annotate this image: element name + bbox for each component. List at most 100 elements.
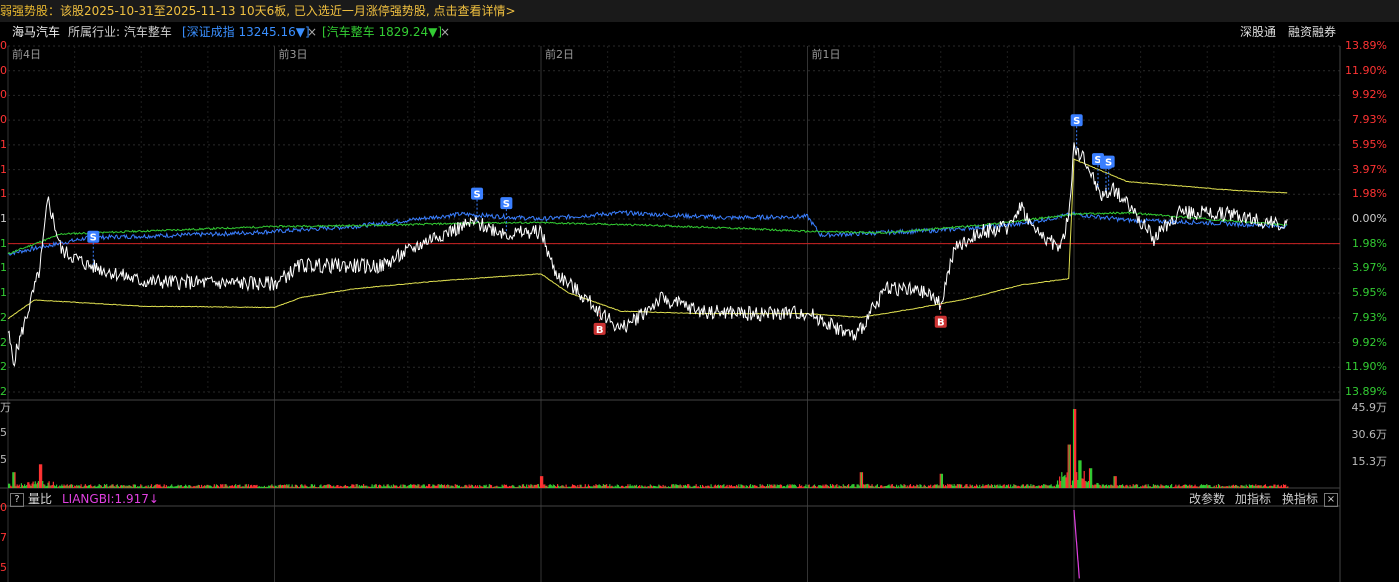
volume-bar: [1051, 486, 1053, 488]
volume-bar: [611, 485, 613, 488]
volume-bar: [1102, 484, 1104, 488]
volume-bar: [1178, 484, 1180, 488]
volume-bar: [876, 484, 878, 488]
volume-bar: [1221, 486, 1223, 488]
volume-bar: [494, 486, 496, 488]
volume-bar: [1279, 486, 1281, 488]
volume-bar: [992, 487, 995, 488]
volume-bar: [666, 487, 668, 488]
volume-bar: [226, 485, 228, 488]
volume-bar: [336, 485, 338, 488]
volume-bar: [37, 481, 40, 488]
volume-bar: [871, 484, 873, 488]
volume-bar: [731, 486, 734, 488]
volume-bar: [673, 484, 675, 488]
volume-bar: [1034, 486, 1036, 488]
volume-bar: [934, 484, 936, 488]
volume-bar: [1285, 484, 1287, 488]
price-axis-left-label: 1: [0, 187, 7, 201]
volume-bar: [448, 485, 450, 488]
volume-bar: [1021, 484, 1023, 488]
volume-bar: [899, 487, 901, 488]
volume-bar: [897, 486, 899, 488]
volume-bar: [95, 486, 97, 488]
volume-bar: [151, 487, 154, 488]
indicator-close-icon[interactable]: ×: [1324, 493, 1338, 507]
volume-bar: [192, 486, 194, 488]
help-icon[interactable]: ?: [10, 493, 24, 507]
volume-bar: [247, 484, 250, 488]
volume-bar: [374, 484, 376, 488]
volume-bar: [962, 487, 964, 488]
volume-bar: [1125, 485, 1127, 488]
volume-bar: [1275, 486, 1277, 488]
volume-bar: [163, 484, 165, 488]
volume-bar: [882, 486, 884, 488]
volume-bar: [866, 484, 868, 488]
volume-bar: [155, 484, 157, 488]
volume-bar: [910, 486, 913, 488]
marker-letter: B: [937, 318, 945, 329]
volume-bar: [370, 486, 372, 488]
volume-bar: [721, 485, 723, 488]
volume-bar: [482, 486, 484, 488]
volume-bar: [1217, 484, 1220, 488]
volume-bar: [762, 485, 764, 488]
volume-bar: [1141, 486, 1143, 488]
volume-bar: [1068, 444, 1070, 488]
volume-bar: [1085, 481, 1087, 488]
volume-bar: [1284, 485, 1286, 488]
indicator-header: ? 量比 LIANGBI:1.917↓ 改参数 加指标 换指标 ×: [0, 490, 1399, 508]
switch-indicator-button[interactable]: 换指标: [1282, 491, 1318, 507]
volume-bar: [836, 484, 838, 488]
change-params-button[interactable]: 改参数: [1189, 491, 1225, 507]
volume-bar: [213, 484, 215, 488]
volume-bar: [1024, 485, 1027, 488]
price-axis-label: 1.98%: [1352, 236, 1387, 250]
volume-bar: [404, 484, 406, 488]
volume-bar: [219, 487, 221, 488]
volume-bar: [60, 486, 62, 488]
volume-bar: [461, 486, 463, 488]
volume-bar: [949, 484, 951, 488]
volume-bar: [906, 485, 908, 488]
volume-bar: [776, 484, 778, 488]
volume-bar: [1201, 485, 1204, 488]
volume-bar: [31, 483, 33, 488]
volume-bar: [677, 485, 679, 488]
volume-bar: [70, 484, 73, 488]
volume-bar: [194, 486, 196, 488]
volume-bar: [588, 485, 591, 488]
volume-bar: [639, 485, 641, 488]
volume-bar: [552, 484, 554, 488]
volume-bar: [610, 486, 612, 488]
volume-bar: [583, 486, 585, 488]
volume-bar: [786, 485, 788, 488]
volume-bar: [1160, 484, 1162, 488]
volume-bar: [146, 486, 148, 488]
volume-bar: [340, 486, 342, 488]
volume-bar: [998, 486, 1000, 488]
add-indicator-button[interactable]: 加指标: [1235, 491, 1271, 507]
volume-bar: [472, 486, 474, 488]
liangbi-line: [1073, 509, 1080, 579]
volume-bar: [801, 485, 803, 488]
volume-bar: [251, 484, 253, 488]
volume-bar: [1177, 485, 1179, 488]
volume-bar: [1077, 479, 1079, 488]
volume-bar: [158, 484, 160, 488]
volume-bar: [33, 484, 35, 488]
volume-bar: [775, 486, 777, 488]
volume-bar: [705, 485, 707, 488]
volume-bar: [908, 485, 910, 488]
volume-bar: [917, 485, 919, 488]
volume-bar: [826, 485, 828, 488]
price-axis-label: 7.93%: [1352, 310, 1387, 324]
volume-bar: [958, 484, 961, 488]
volume-bar: [700, 487, 703, 488]
volume-bar: [613, 487, 615, 488]
volume-bar: [493, 486, 495, 488]
volume-bar: [988, 485, 990, 488]
volume-bar: [953, 484, 955, 488]
volume-bar: [1066, 472, 1068, 488]
